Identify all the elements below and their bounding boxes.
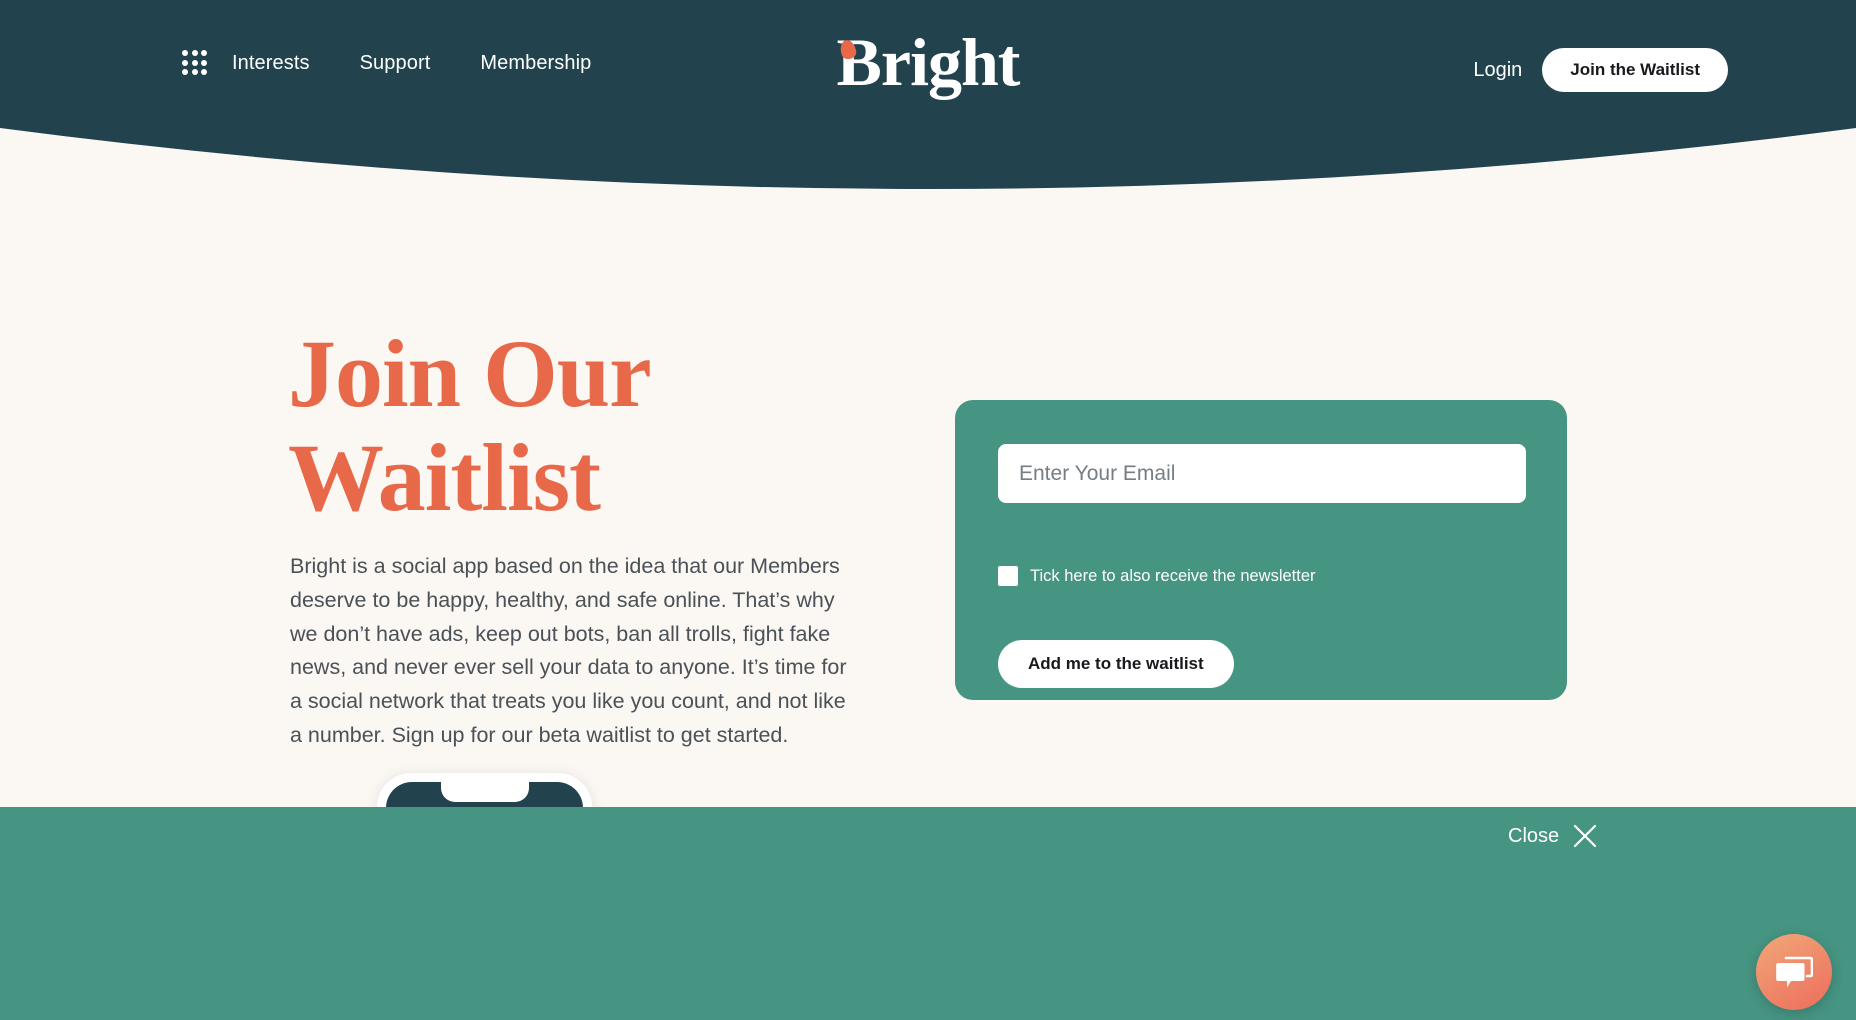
header-actions: Login Join the Waitlist [1473, 48, 1728, 92]
nav-item-support[interactable]: Support [360, 52, 431, 75]
banner-close-button[interactable]: Close [1508, 823, 1598, 849]
phone-notch [440, 782, 529, 802]
primary-navigation: Interests Support Membership [182, 50, 591, 76]
newsletter-checkbox[interactable] [998, 566, 1018, 586]
close-x-icon [1574, 824, 1597, 848]
chat-widget-button[interactable] [1756, 934, 1832, 1010]
nav-item-membership[interactable]: Membership [480, 52, 591, 75]
newsletter-checkbox-label: Tick here to also receive the newsletter [1030, 566, 1316, 585]
page-root: Interests Support Membership Bright Logi… [0, 0, 1856, 1020]
site-logo[interactable]: Bright [837, 28, 1021, 96]
page-title-line-1: Join Our [288, 320, 652, 427]
hero-description: Bright is a social app based on the idea… [290, 554, 847, 747]
chat-bubble-icon [1776, 956, 1813, 988]
nav-item-interests[interactable]: Interests [232, 52, 310, 75]
page-title: Join Our Waitlist [288, 322, 908, 529]
grid-dots-icon[interactable] [182, 50, 208, 76]
site-logo-text: Bright [836, 24, 1021, 100]
email-input[interactable] [998, 444, 1526, 503]
banner-close-label: Close [1508, 824, 1560, 847]
add-to-waitlist-button[interactable]: Add me to the waitlist [998, 640, 1234, 688]
waitlist-signup-card: Tick here to also receive the newsletter… [955, 400, 1567, 700]
page-title-line-2: Waitlist [288, 423, 601, 531]
newsletter-checkbox-row: Tick here to also receive the newsletter [998, 566, 1316, 586]
login-link[interactable]: Login [1473, 59, 1522, 82]
header-join-waitlist-button[interactable]: Join the Waitlist [1542, 48, 1728, 92]
